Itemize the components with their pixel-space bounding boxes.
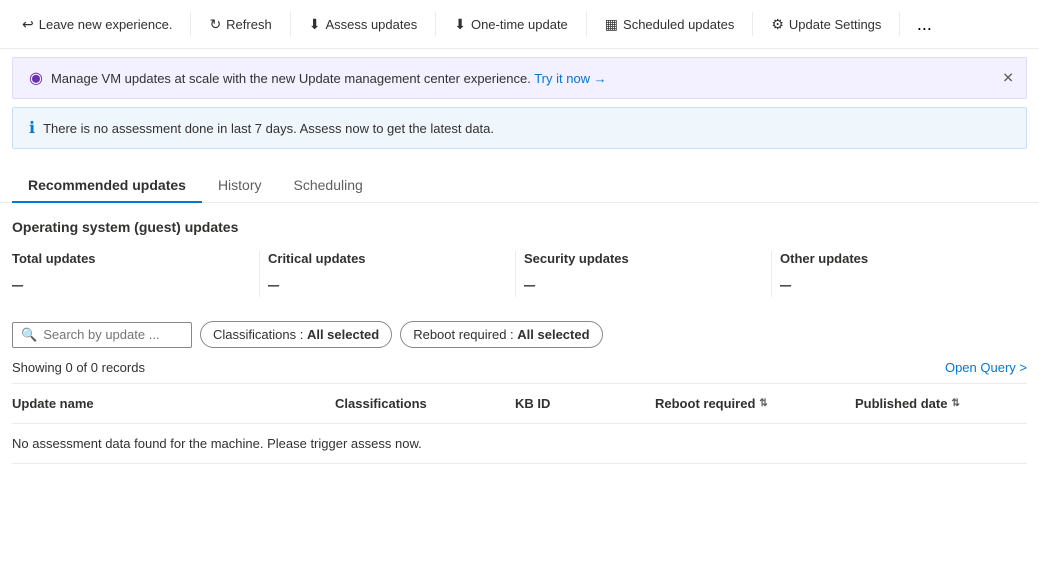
info-icon: ℹ xyxy=(29,118,35,138)
toolbar: ↩ Leave new experience. ↻ Refresh ⬇ Asse… xyxy=(0,0,1039,49)
settings-icon: ⚙ xyxy=(771,16,784,33)
col-classifications: Classifications xyxy=(327,392,507,415)
banner-close-button[interactable]: ✕ xyxy=(998,68,1018,89)
stats-row: Total updates – Critical updates – Secur… xyxy=(12,251,1027,297)
info-banner-text: There is no assessment done in last 7 da… xyxy=(43,121,494,136)
leave-icon: ↩ xyxy=(22,16,34,33)
more-button[interactable]: ... xyxy=(908,8,940,40)
filter-row: 🔍 Classifications : All selected Reboot … xyxy=(12,321,1027,348)
search-icon: 🔍 xyxy=(21,327,37,343)
toolbar-divider-3 xyxy=(435,12,436,36)
purple-banner: ◉ Manage VM updates at scale with the ne… xyxy=(12,57,1027,99)
assess-icon: ⬇ xyxy=(309,16,321,33)
reboot-sort-icon[interactable]: ⇅ xyxy=(759,398,767,409)
col-kb-id: KB ID xyxy=(507,392,647,415)
try-it-now-link[interactable]: Try it now → xyxy=(534,71,606,86)
main-content: Operating system (guest) updates Total u… xyxy=(0,203,1039,480)
toolbar-divider-6 xyxy=(899,12,900,36)
toolbar-divider-2 xyxy=(290,12,291,36)
purple-banner-icon: ◉ xyxy=(29,68,43,88)
toolbar-divider-1 xyxy=(190,12,191,36)
tabs: Recommended updates History Scheduling xyxy=(12,169,1027,202)
section-title: Operating system (guest) updates xyxy=(12,219,1027,235)
leave-experience-button[interactable]: ↩ Leave new experience. xyxy=(12,10,182,39)
scheduled-updates-button[interactable]: ▦ Scheduled updates xyxy=(595,10,745,39)
col-reboot-required: Reboot required ⇅ xyxy=(647,392,847,415)
records-row: Showing 0 of 0 records Open Query > xyxy=(12,360,1027,375)
search-input-container[interactable]: 🔍 xyxy=(12,322,192,348)
search-input[interactable] xyxy=(43,327,183,342)
published-sort-icon[interactable]: ⇅ xyxy=(951,398,959,409)
tabs-container: Recommended updates History Scheduling xyxy=(0,157,1039,203)
assess-updates-button[interactable]: ⬇ Assess updates xyxy=(299,10,428,39)
col-update-name: Update name xyxy=(12,392,327,415)
refresh-button[interactable]: ↻ Refresh xyxy=(199,10,281,39)
onetime-update-button[interactable]: ⬇ One-time update xyxy=(444,10,578,39)
refresh-icon: ↻ xyxy=(209,16,221,33)
tab-scheduling[interactable]: Scheduling xyxy=(278,169,379,203)
reboot-required-filter[interactable]: Reboot required : All selected xyxy=(400,321,602,348)
classifications-filter[interactable]: Classifications : All selected xyxy=(200,321,392,348)
stat-security-updates: Security updates – xyxy=(516,251,772,297)
records-text: Showing 0 of 0 records xyxy=(12,360,145,375)
tab-recommended-updates[interactable]: Recommended updates xyxy=(12,169,202,203)
scheduled-icon: ▦ xyxy=(605,16,618,33)
onetime-icon: ⬇ xyxy=(454,16,466,33)
info-banner: ℹ There is no assessment done in last 7 … xyxy=(12,107,1027,149)
table-header: Update name Classifications KB ID Reboot… xyxy=(12,384,1027,424)
stat-total-updates: Total updates – xyxy=(12,251,260,297)
updates-table: Update name Classifications KB ID Reboot… xyxy=(12,383,1027,464)
stat-other-updates: Other updates – xyxy=(772,251,1027,297)
table-empty-message: No assessment data found for the machine… xyxy=(12,424,1027,464)
col-published-date: Published date ⇅ xyxy=(847,392,1027,415)
update-settings-button[interactable]: ⚙ Update Settings xyxy=(761,10,891,39)
toolbar-divider-5 xyxy=(752,12,753,36)
purple-banner-text: Manage VM updates at scale with the new … xyxy=(51,71,1010,86)
stat-critical-updates: Critical updates – xyxy=(260,251,516,297)
toolbar-divider-4 xyxy=(586,12,587,36)
open-query-link[interactable]: Open Query > xyxy=(945,360,1027,375)
tab-history[interactable]: History xyxy=(202,169,278,203)
